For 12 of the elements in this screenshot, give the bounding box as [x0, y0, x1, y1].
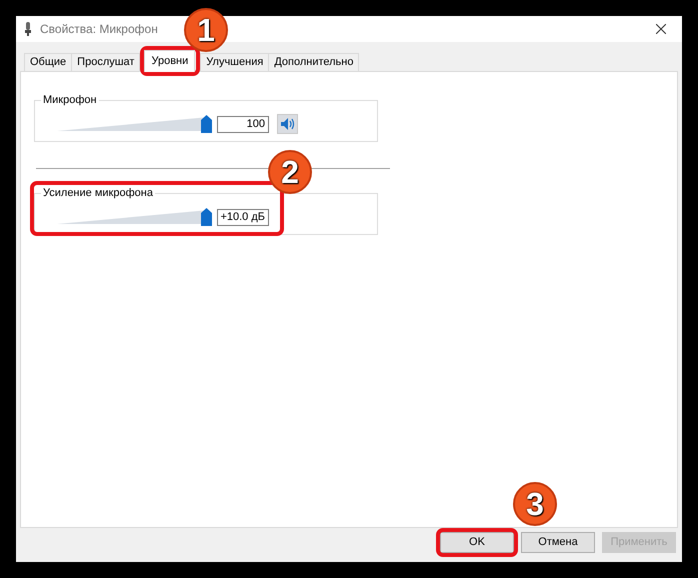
value-field[interactable]: 100	[217, 116, 269, 132]
dialog-button[interactable]: OK	[440, 532, 514, 553]
group-label: Микрофон	[41, 93, 99, 107]
value-field[interactable]: +10.0 дБ	[217, 208, 269, 226]
dialog-button[interactable]: Отмена	[521, 532, 595, 553]
window-title: Свойства: Микрофон	[40, 21, 158, 38]
tab[interactable]: Уровни	[144, 50, 196, 72]
group-label: Усиление микрофона	[41, 186, 155, 200]
tab[interactable]: Дополнительно	[268, 53, 360, 71]
tab[interactable]: Общие	[24, 53, 72, 71]
tab[interactable]: Прослушат	[71, 53, 140, 71]
tab[interactable]: Улучшения	[200, 53, 270, 71]
